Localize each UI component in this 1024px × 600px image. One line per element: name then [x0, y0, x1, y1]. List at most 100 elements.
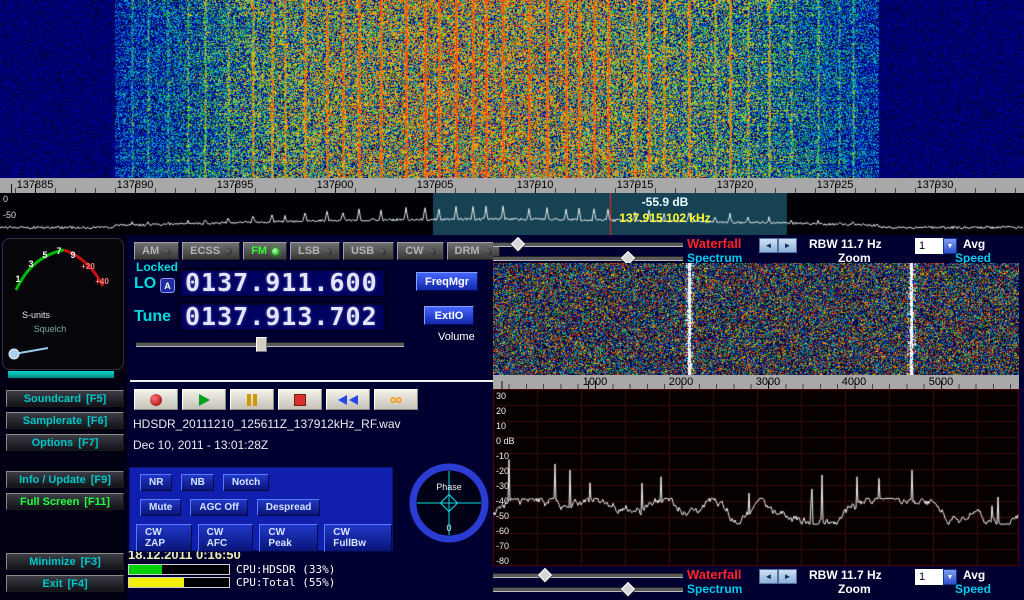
main-waterfall[interactable] — [0, 0, 1024, 178]
dsp-cw-fullbw-button[interactable]: CW FullBw — [324, 524, 392, 552]
spectrum-range-thumb[interactable] — [621, 582, 635, 596]
frequency-ruler[interactable]: 137885 137890 137895 137900 137905 13791… — [0, 178, 1024, 193]
zoom-in-button[interactable]: ► — [778, 238, 797, 253]
avg-value: 1 — [915, 238, 943, 254]
dsp-cw-zap-button[interactable]: CW ZAP — [136, 524, 192, 552]
dsp-despread-button[interactable]: Despread — [257, 499, 321, 516]
waterfall-contrast-slider[interactable] — [493, 573, 683, 578]
menu-label: Samplerate — [23, 415, 82, 427]
rewind-icon — [338, 395, 347, 405]
smeter-tick: +40 — [95, 277, 109, 286]
mode-am-button[interactable]: AM — [134, 242, 179, 260]
smeter-tick: 5 — [42, 250, 47, 260]
freq-tick-label: 137925 — [805, 179, 865, 191]
rf-waterfall[interactable] — [493, 263, 1019, 375]
phase-dial: Phase 0 — [405, 459, 493, 547]
mode-fm-button[interactable]: FM — [243, 242, 287, 260]
tuning-bar[interactable] — [130, 380, 494, 382]
playback-controls: ∞ — [134, 389, 418, 410]
menu-key: [F7] — [78, 437, 98, 449]
dsp-notch-button[interactable]: Notch — [223, 474, 269, 491]
squelch-level-bar[interactable] — [8, 371, 114, 378]
audio-db-label: -20 — [496, 466, 509, 476]
display-controls-bottom: Waterfall Spectrum ◄ ► RBW 11.7 Hz Zoom … — [493, 567, 1024, 594]
mode-ecss-button[interactable]: ECSS — [182, 242, 240, 260]
volume-slider-track[interactable] — [136, 342, 404, 347]
pause-button[interactable] — [230, 389, 274, 410]
audio-db-label: 20 — [496, 406, 506, 416]
tune-frequency-display[interactable]: 0137.913.702 — [178, 302, 385, 331]
freq-tick-label: 137920 — [705, 179, 765, 191]
menu-soundcard-button[interactable]: Soundcard[F5] — [6, 390, 124, 407]
avg-label: Avg — [963, 568, 985, 582]
mode-cw-button[interactable]: CW — [397, 242, 443, 260]
rewind-button[interactable] — [326, 389, 370, 410]
cursor-db-readout: -55.9 dB — [600, 195, 730, 209]
menu-minimize-button[interactable]: Minimize[F3] — [6, 553, 124, 570]
volume-label: Volume — [438, 331, 475, 343]
dsp-mute-button[interactable]: Mute — [140, 499, 181, 516]
zoom-out-button[interactable]: ◄ — [759, 569, 778, 584]
audio-spectrum[interactable] — [493, 389, 1019, 566]
dsp-agc-off-button[interactable]: AGC Off — [190, 499, 247, 516]
mode-drm-button[interactable]: DRM — [447, 242, 500, 260]
menu-samplerate-button[interactable]: Samplerate[F6] — [6, 412, 124, 429]
mode-usb-button[interactable]: USB — [343, 242, 394, 260]
pause-icon — [247, 394, 251, 406]
audio-db-label: 0 dB — [496, 436, 515, 446]
spectrum-range-slider[interactable] — [493, 587, 683, 592]
phase-value: 0 — [446, 523, 451, 533]
main-spectrum[interactable] — [0, 193, 1024, 235]
play-icon — [199, 394, 210, 406]
dsp-cw-peak-button[interactable]: CW Peak — [259, 524, 318, 552]
zoom-in-button[interactable]: ► — [778, 569, 797, 584]
spectrum-db-label: -50 — [3, 210, 16, 220]
mode-label: USB — [351, 245, 374, 257]
spectrum-range-slider[interactable] — [493, 256, 683, 261]
menu-options-button[interactable]: Options [F7] — [6, 434, 124, 451]
lo-a-badge[interactable]: A — [160, 278, 175, 293]
mode-led-icon — [225, 248, 232, 255]
freq-tick-label: 137895 — [205, 179, 265, 191]
avg-select[interactable]: 1 ▼ — [915, 238, 957, 254]
stop-button[interactable] — [278, 389, 322, 410]
menu-label: Options — [32, 437, 74, 449]
menu-fullscreen-button[interactable]: Full Screen[F11] — [6, 493, 124, 510]
mode-label: DRM — [455, 245, 480, 257]
rf-ruler[interactable]: 1000 2000 3000 4000 5000 — [493, 375, 1019, 389]
waterfall-label: Waterfall — [687, 567, 741, 582]
stop-icon — [294, 394, 306, 406]
spectrum-db-label: 0 — [3, 194, 8, 204]
freq-tick-label: 137905 — [405, 179, 465, 191]
volume-slider-thumb[interactable] — [256, 337, 267, 352]
main-spectrum-panel[interactable]: 0 -50 -55.9 dB 137.915.102 kHz — [0, 193, 1024, 235]
zoom-out-button[interactable]: ◄ — [759, 238, 778, 253]
audio-db-label: -40 — [496, 496, 509, 506]
menu-label: Info / Update — [19, 474, 86, 486]
waterfall-contrast-thumb[interactable] — [538, 568, 552, 582]
menu-exit-button[interactable]: Exit[F4] — [6, 575, 124, 592]
dsp-nb-button[interactable]: NB — [181, 474, 213, 491]
smeter-tick: 3 — [28, 259, 33, 269]
avg-select[interactable]: 1 ▼ — [915, 569, 957, 585]
menu-key: [F3] — [81, 556, 101, 568]
mode-lsb-button[interactable]: LSB — [290, 242, 340, 260]
freq-tick-label: 137915 — [605, 179, 665, 191]
loop-button[interactable]: ∞ — [374, 389, 418, 410]
record-icon — [150, 394, 162, 406]
extio-button[interactable]: ExtIO — [424, 306, 474, 325]
avg-label: Avg — [963, 237, 985, 251]
freq-tick-label: 137890 — [105, 179, 165, 191]
speed-label: Speed — [955, 582, 991, 596]
lo-frequency-display[interactable]: 0137.911.600 — [178, 268, 385, 297]
audio-db-label: -80 — [496, 556, 509, 566]
dsp-cw-afc-button[interactable]: CW AFC — [198, 524, 254, 552]
dsp-nr-button[interactable]: NR — [140, 474, 172, 491]
menu-label: Soundcard — [24, 393, 81, 405]
play-button[interactable] — [182, 389, 226, 410]
waterfall-contrast-thumb[interactable] — [511, 237, 525, 251]
menu-info-update-button[interactable]: Info / Update[F9] — [6, 471, 124, 488]
record-button[interactable] — [134, 389, 178, 410]
freq-tick-label: 137930 — [905, 179, 965, 191]
freqmgr-button[interactable]: FreqMgr — [416, 272, 478, 291]
